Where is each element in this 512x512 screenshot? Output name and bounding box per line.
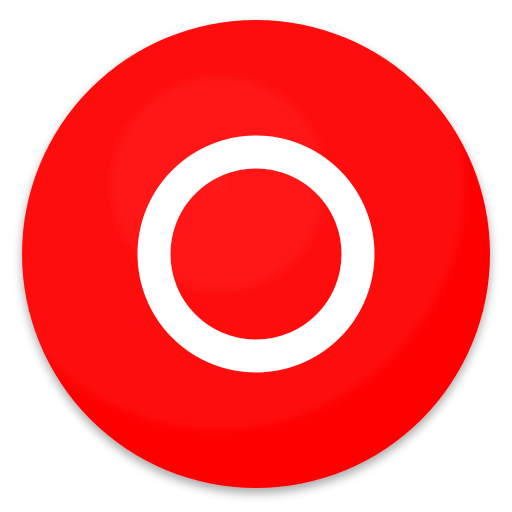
app-launcher-icon[interactable]	[0, 0, 512, 512]
icon-canvas	[0, 0, 512, 512]
red-disc	[22, 20, 490, 488]
